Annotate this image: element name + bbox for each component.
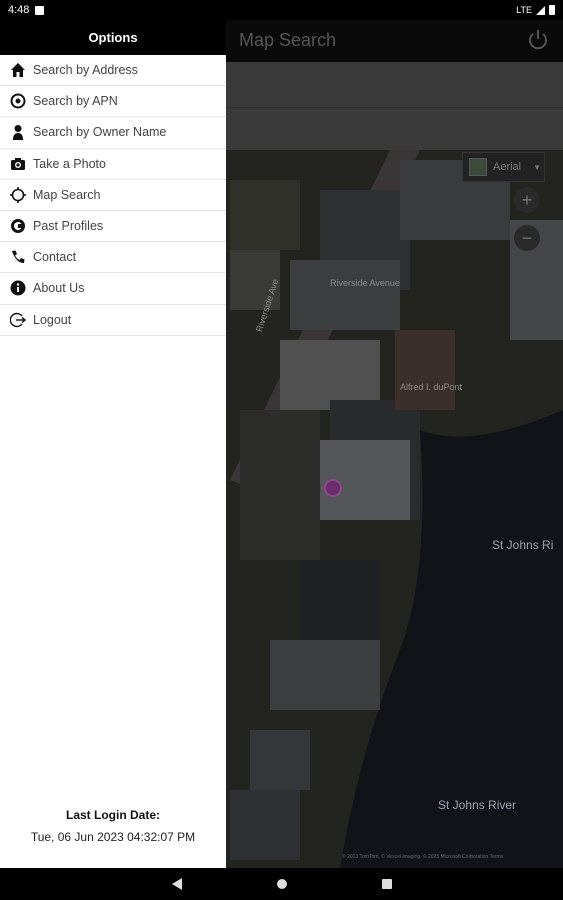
notification-icon bbox=[35, 5, 45, 15]
drawer-title: Options bbox=[0, 20, 226, 55]
river-label: St Johns Ri bbox=[492, 538, 554, 552]
menu-item-label: Past Profiles bbox=[33, 219, 104, 234]
system-nav-bar bbox=[0, 868, 563, 900]
last-login-info: Last Login Date: Tue, 06 Jun 2023 04:32:… bbox=[0, 808, 226, 844]
logout-icon bbox=[10, 312, 26, 328]
phone-icon bbox=[10, 249, 26, 265]
status-time: 4:48 bbox=[8, 4, 30, 16]
navigation-drawer: Options Search by Address Search by APN … bbox=[0, 20, 226, 868]
back-icon[interactable] bbox=[171, 878, 182, 890]
map-copyright: © 2023 TomTom, © Vexcel Imaging, © 2023 … bbox=[342, 854, 504, 860]
layer-label: Aerial bbox=[493, 161, 522, 173]
history-icon bbox=[10, 218, 26, 234]
menu-item-label: Take a Photo bbox=[33, 156, 106, 171]
menu-item-past-profiles[interactable]: Past Profiles bbox=[0, 211, 226, 243]
river-label: St Johns River bbox=[438, 798, 517, 812]
signal-icon bbox=[536, 5, 545, 15]
power-button[interactable] bbox=[525, 27, 551, 53]
menu-item-search-by-apn[interactable]: Search by APN bbox=[0, 86, 226, 118]
building-label: Alfred I. duPont bbox=[400, 382, 463, 392]
menu-item-search-by-owner-name[interactable]: Search by Owner Name bbox=[0, 117, 226, 149]
menu-item-label: Search by Owner Name bbox=[33, 125, 167, 140]
home-icon bbox=[10, 62, 26, 78]
menu-item-label: About Us bbox=[33, 281, 85, 296]
map-layer-selector[interactable]: Aerial ▼ bbox=[462, 152, 545, 182]
zoom-out-button[interactable]: − bbox=[514, 225, 540, 251]
status-indicators: LTE bbox=[516, 5, 555, 15]
menu-item-logout[interactable]: Logout bbox=[0, 305, 226, 336]
menu-item-take-a-photo[interactable]: Take a Photo bbox=[0, 149, 226, 180]
status-bar: 4:48 LTE bbox=[0, 0, 563, 20]
menu-item-label: Logout bbox=[33, 312, 72, 327]
menu-item-label: Search by APN bbox=[33, 94, 118, 109]
aerial-layer-icon bbox=[469, 158, 487, 176]
menu-item-label: Map Search bbox=[33, 187, 101, 202]
crosshair-icon bbox=[10, 186, 26, 203]
camera-icon bbox=[10, 156, 26, 172]
chevron-down-icon: ▼ bbox=[533, 162, 542, 172]
battery-icon bbox=[549, 5, 555, 15]
menu-item-about-us[interactable]: About Us bbox=[0, 273, 226, 305]
home-nav-icon[interactable] bbox=[276, 879, 287, 889]
menu-item-label: Search by Address bbox=[33, 63, 138, 78]
last-login-title: Last Login Date: bbox=[65, 808, 160, 822]
recents-icon[interactable] bbox=[381, 879, 392, 889]
street-label: Riverside Avenue bbox=[330, 278, 400, 288]
location-pin-icon[interactable] bbox=[324, 479, 342, 497]
menu-item-label: Contact bbox=[33, 250, 77, 265]
gear-icon bbox=[10, 93, 26, 109]
menu-item-map-search[interactable]: Map Search bbox=[0, 180, 226, 211]
menu-item-contact[interactable]: Contact bbox=[0, 242, 226, 274]
menu-item-search-by-address[interactable]: Search by Address bbox=[0, 55, 226, 87]
network-type: LTE bbox=[516, 5, 532, 15]
zoom-in-button[interactable]: + bbox=[514, 187, 540, 213]
person-icon bbox=[10, 124, 26, 141]
info-icon bbox=[10, 280, 26, 296]
last-login-date: Tue, 06 Jun 2023 04:32:07 PM bbox=[30, 830, 196, 844]
page-title: Map Search bbox=[239, 30, 337, 50]
power-icon bbox=[529, 30, 547, 50]
